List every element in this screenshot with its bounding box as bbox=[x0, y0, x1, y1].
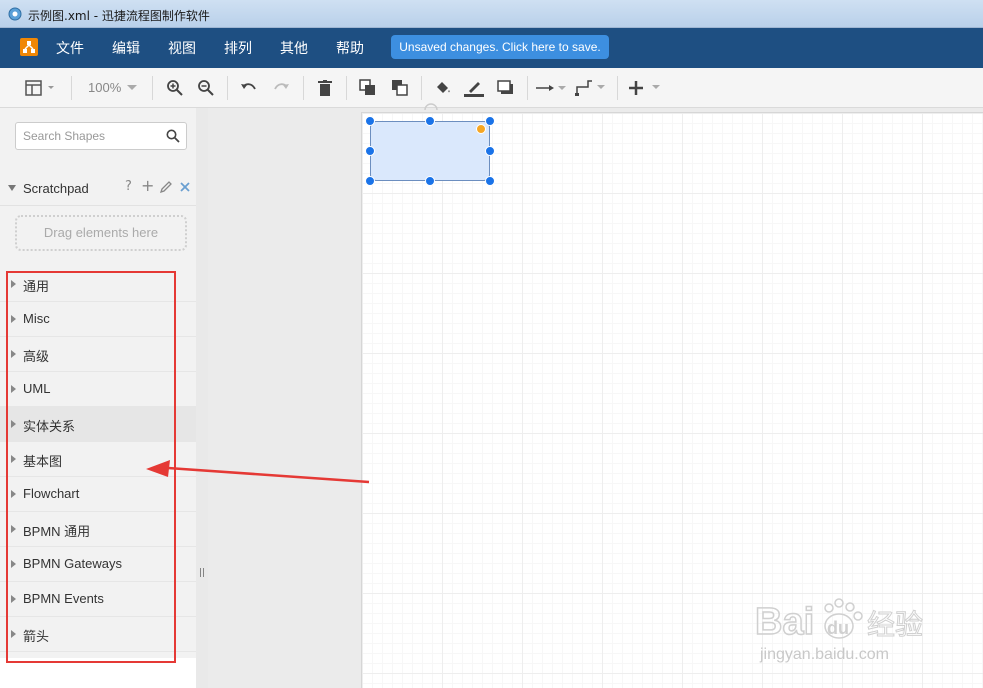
baidu-watermark-logo: Bai du 经验 bbox=[755, 598, 924, 644]
logo-icon bbox=[20, 38, 38, 56]
sidebar-splitter[interactable]: || bbox=[196, 108, 208, 688]
resize-handle[interactable] bbox=[485, 176, 495, 186]
insert-icon bbox=[629, 81, 660, 95]
chevron-down-icon bbox=[127, 85, 137, 90]
redo-button[interactable] bbox=[270, 76, 292, 100]
selected-rectangle-shape[interactable] bbox=[370, 121, 490, 181]
format-panel-icon bbox=[25, 80, 54, 96]
connection-button[interactable] bbox=[535, 76, 567, 100]
to-front-button[interactable] bbox=[357, 76, 379, 100]
svg-text:du: du bbox=[827, 618, 849, 638]
resize-handle[interactable] bbox=[365, 176, 375, 186]
toolbar-separator bbox=[421, 76, 422, 100]
fill-color-button[interactable] bbox=[432, 76, 454, 100]
undo-icon bbox=[241, 83, 256, 90]
menu-arrange[interactable]: 排列 bbox=[224, 38, 252, 58]
zoom-level[interactable]: 100% bbox=[88, 80, 121, 95]
toolbar: 100% bbox=[0, 68, 983, 108]
toolbar-separator bbox=[527, 76, 528, 100]
zoom-out-icon bbox=[198, 80, 214, 96]
close-icon[interactable] bbox=[180, 182, 190, 192]
fill-color-icon bbox=[437, 82, 450, 93]
waypoints-button[interactable] bbox=[575, 76, 607, 100]
shadow-icon bbox=[497, 80, 513, 94]
resize-handle[interactable] bbox=[485, 116, 495, 126]
toolbar-separator bbox=[346, 76, 347, 100]
resize-handle[interactable] bbox=[485, 146, 495, 156]
resize-handle[interactable] bbox=[425, 116, 435, 126]
delete-button[interactable] bbox=[314, 76, 336, 100]
connection-icon bbox=[536, 85, 566, 91]
annotation-arrow-icon bbox=[146, 460, 370, 484]
unsaved-changes-button[interactable]: Unsaved changes. Click here to save. bbox=[391, 35, 609, 59]
menu-view[interactable]: 视图 bbox=[168, 38, 196, 58]
search-shapes-input[interactable]: Search Shapes bbox=[15, 122, 187, 150]
toolbar-separator bbox=[152, 76, 153, 100]
menu-edit[interactable]: 编辑 bbox=[112, 38, 140, 58]
line-color-button[interactable] bbox=[463, 76, 485, 100]
line-color-icon bbox=[464, 82, 484, 97]
waypoints-icon bbox=[575, 80, 605, 96]
zoom-dropdown[interactable] bbox=[124, 76, 140, 100]
splitter-grip-icon: || bbox=[199, 568, 206, 578]
shadow-button[interactable] bbox=[495, 76, 517, 100]
toolbar-separator bbox=[303, 76, 304, 100]
resize-handle[interactable] bbox=[425, 176, 435, 186]
expand-arrow-icon bbox=[8, 185, 16, 191]
toolbar-separator bbox=[227, 76, 228, 100]
scratchpad-label: Scratchpad bbox=[23, 181, 89, 196]
window-title: 示例图.xml - 迅捷流程图制作软件 bbox=[28, 9, 210, 23]
svg-text:Bai: Bai bbox=[755, 601, 814, 643]
toolbar-separator bbox=[617, 76, 618, 100]
to-front-icon bbox=[359, 79, 375, 95]
delete-icon bbox=[318, 80, 332, 96]
menu-help[interactable]: 帮助 bbox=[336, 38, 364, 58]
search-icon[interactable] bbox=[166, 129, 180, 143]
rounding-handle[interactable] bbox=[476, 124, 486, 134]
toolbar-separator bbox=[71, 76, 72, 100]
redo-icon bbox=[274, 83, 289, 90]
menubar: 文件 编辑 视图 排列 其他 帮助 Unsaved changes. Click… bbox=[0, 28, 983, 68]
scratchpad-header[interactable]: Scratchpad ? + bbox=[0, 172, 196, 206]
edit-icon[interactable] bbox=[160, 181, 172, 193]
insert-button[interactable] bbox=[627, 76, 663, 100]
search-placeholder: Search Shapes bbox=[23, 129, 106, 143]
menu-extras[interactable]: 其他 bbox=[280, 38, 308, 58]
to-back-icon bbox=[392, 80, 408, 96]
resize-handle[interactable] bbox=[365, 116, 375, 126]
watermark-url: jingyan.baidu.com bbox=[760, 646, 889, 663]
zoom-out-button[interactable] bbox=[195, 76, 217, 100]
zoom-in-icon bbox=[167, 80, 183, 96]
scratchpad-drop-zone[interactable]: Drag elements here bbox=[15, 215, 187, 251]
window-titlebar: 示例图.xml - 迅捷流程图制作软件 bbox=[0, 0, 983, 28]
app-icon bbox=[8, 7, 22, 21]
svg-text:经验: 经验 bbox=[867, 608, 923, 641]
rotate-handle-icon[interactable] bbox=[423, 102, 439, 112]
menu-file[interactable]: 文件 bbox=[56, 38, 84, 58]
undo-button[interactable] bbox=[238, 76, 260, 100]
help-icon[interactable]: ? bbox=[125, 179, 132, 194]
resize-handle[interactable] bbox=[365, 146, 375, 156]
zoom-in-button[interactable] bbox=[164, 76, 186, 100]
format-panel-button[interactable] bbox=[20, 76, 60, 100]
to-back-button[interactable] bbox=[389, 76, 411, 100]
add-icon[interactable]: + bbox=[141, 176, 154, 195]
